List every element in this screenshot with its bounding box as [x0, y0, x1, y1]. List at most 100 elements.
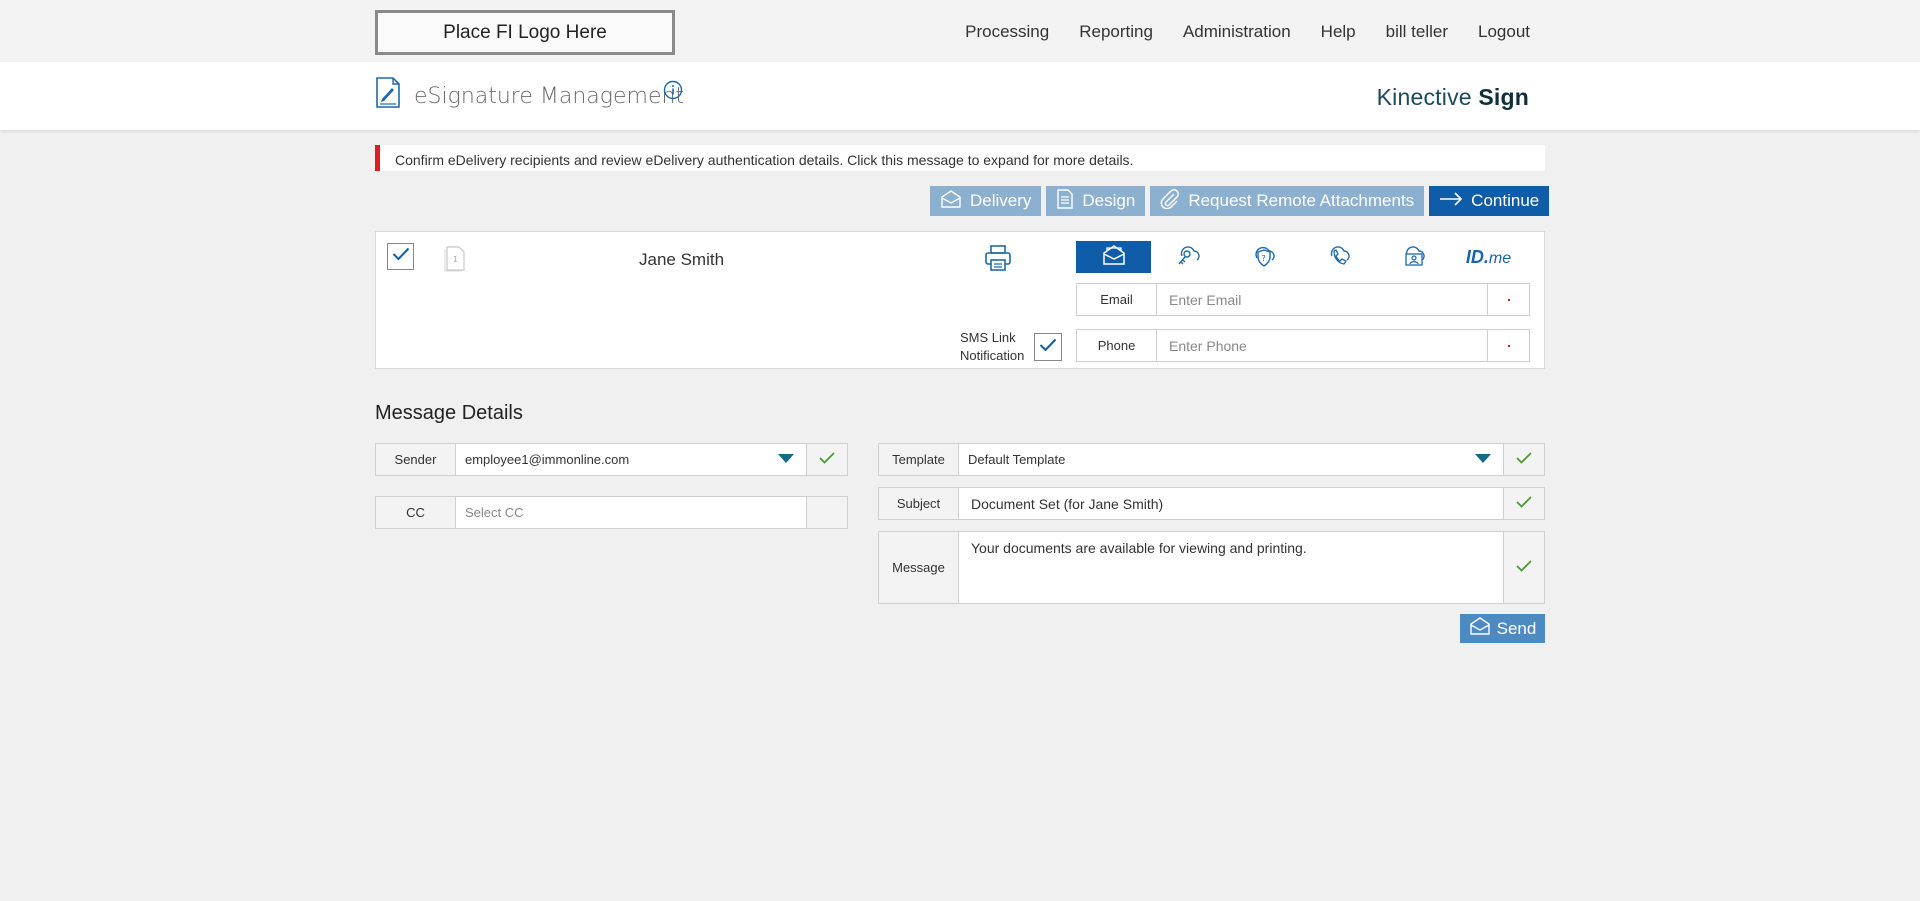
subject-input[interactable]: Document Set (for Jane Smith)	[959, 488, 1503, 519]
subject-row: Subject Document Set (for Jane Smith)	[878, 487, 1545, 520]
checkmark-icon	[1516, 495, 1532, 513]
delivery-button[interactable]: Delivery	[930, 186, 1042, 216]
message-row: Message Your documents are available for…	[878, 531, 1545, 604]
sender-valid-indicator	[806, 444, 847, 475]
action-bar: Delivery Design Request Remote Attachmen…	[930, 186, 1550, 216]
sender-select[interactable]: employee1@immonline.com	[456, 444, 766, 475]
id-verification-method-tab[interactable]	[1376, 241, 1451, 273]
envelope-icon	[940, 189, 962, 213]
checkmark-icon	[392, 247, 410, 266]
document-icon	[1056, 188, 1074, 214]
caret-down-icon	[778, 451, 794, 469]
phone-required-indicator	[1487, 330, 1529, 361]
page-title: eSignature Management	[414, 84, 685, 109]
design-button[interactable]: Design	[1046, 186, 1146, 216]
continue-button[interactable]: Continue	[1429, 186, 1550, 216]
nav-links: Processing Reporting Administration Help…	[965, 22, 1530, 42]
sms-label-line1: SMS Link	[960, 330, 1016, 345]
nav-administration[interactable]: Administration	[1183, 22, 1291, 42]
send-label: Send	[1496, 618, 1537, 638]
nav-reporting[interactable]: Reporting	[1079, 22, 1153, 42]
document-number-icon: 1	[443, 244, 467, 277]
phone-icon	[1325, 242, 1353, 273]
email-required-indicator	[1487, 284, 1529, 315]
checkmark-icon	[819, 451, 835, 469]
id-card-icon	[1400, 242, 1428, 273]
sender-row: Sender employee1@immonline.com	[375, 443, 848, 476]
nav-user-name[interactable]: bill teller	[1386, 22, 1448, 42]
recipient-card: 1 Jane Smith SMS Link Notification ? ID.…	[375, 231, 1545, 369]
nav-help[interactable]: Help	[1321, 22, 1356, 42]
sms-link-notification-label: SMS Link Notification	[960, 329, 1024, 365]
template-row: Template Default Template	[878, 443, 1545, 476]
idme-logo-italic: me	[1488, 249, 1512, 267]
sms-label-line2: Notification	[960, 348, 1025, 363]
message-details-title: Message Details	[375, 402, 523, 424]
message-label: Message	[879, 532, 959, 603]
security-question-icon: ?	[1250, 242, 1278, 273]
phone-input[interactable]	[1157, 330, 1487, 361]
svg-text:?: ?	[1261, 254, 1265, 263]
recipient-checkbox[interactable]	[387, 243, 414, 270]
continue-label: Continue	[1471, 191, 1540, 210]
sender-dropdown-toggle[interactable]	[766, 444, 806, 475]
message-textarea[interactable]: Your documents are available for viewing…	[959, 532, 1503, 603]
sms-notification-checkbox[interactable]	[1034, 333, 1062, 361]
email-row: Email	[1076, 283, 1530, 316]
nav-logout[interactable]: Logout	[1478, 22, 1530, 42]
edelivery-alert[interactable]: Confirm eDelivery recipients and review …	[375, 145, 1545, 171]
idme-method-tab[interactable]: ID.me	[1451, 241, 1526, 273]
security-question-method-tab[interactable]: ?	[1226, 241, 1301, 273]
request-attachments-label: Request Remote Attachments	[1188, 191, 1415, 210]
paperclip-icon	[1160, 188, 1180, 214]
document-number: 1	[453, 255, 458, 264]
email-input[interactable]	[1157, 284, 1487, 315]
template-select[interactable]: Default Template	[959, 444, 1463, 475]
info-icon[interactable]	[663, 80, 683, 105]
phone-row: Phone	[1076, 329, 1530, 362]
send-button[interactable]: Send	[1460, 614, 1545, 643]
template-valid-indicator	[1503, 444, 1544, 475]
top-navigation: Place FI Logo Here Processing Reporting …	[0, 0, 1920, 62]
checkmark-icon	[1039, 338, 1057, 357]
fi-logo-placeholder: Place FI Logo Here	[375, 10, 675, 55]
cc-indicator	[806, 497, 847, 528]
kba-method-tab[interactable]	[1151, 241, 1226, 273]
subject-valid-indicator	[1503, 488, 1544, 519]
recipient-name: Jane Smith	[639, 250, 725, 269]
key-icon	[1175, 242, 1203, 273]
email-method-tab[interactable]	[1076, 241, 1151, 273]
phone-method-tab[interactable]	[1301, 241, 1376, 273]
title-bar: eSignature Management Kinective Sign	[0, 62, 1920, 130]
envelope-icon	[1469, 617, 1491, 640]
brand-name-light: Kinective	[1376, 84, 1479, 110]
authentication-methods: ? ID.me	[1076, 241, 1530, 273]
template-dropdown-toggle[interactable]	[1463, 444, 1503, 475]
cc-select[interactable]: Select CC	[456, 497, 806, 528]
printer-icon[interactable]	[984, 244, 1012, 277]
document-signature-icon	[375, 77, 401, 113]
email-label: Email	[1077, 284, 1157, 315]
subject-label: Subject	[879, 488, 959, 519]
cc-row: CC Select CC	[375, 496, 848, 529]
brand-name-bold: Sign	[1478, 84, 1529, 110]
design-label: Design	[1082, 191, 1136, 210]
required-dot-icon	[1507, 344, 1510, 347]
brand-logo: Kinective Sign	[1377, 84, 1529, 111]
required-dot-icon	[1507, 298, 1510, 301]
nav-processing[interactable]: Processing	[965, 22, 1049, 42]
checkmark-icon	[1516, 559, 1532, 577]
checkmark-icon	[1516, 451, 1532, 469]
idme-logo: ID.me	[1466, 247, 1511, 268]
caret-down-icon	[1475, 451, 1491, 469]
message-valid-indicator	[1503, 532, 1544, 603]
sender-label: Sender	[376, 444, 456, 475]
template-label: Template	[879, 444, 959, 475]
cc-label: CC	[376, 497, 456, 528]
email-icon	[1101, 244, 1127, 271]
phone-label: Phone	[1077, 330, 1157, 361]
arrow-right-icon	[1439, 191, 1463, 211]
idme-logo-bold: ID.	[1465, 246, 1489, 267]
request-attachments-button[interactable]: Request Remote Attachments	[1150, 186, 1425, 216]
delivery-label: Delivery	[970, 191, 1032, 210]
